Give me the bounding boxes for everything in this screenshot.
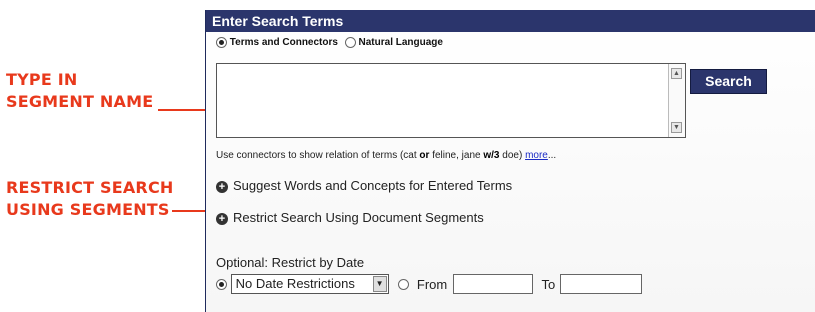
natural-language-radio[interactable]	[344, 37, 356, 48]
search-mode-options: Terms and Connectors Natural Language	[216, 37, 447, 48]
connectors-help-text: Use connectors to show relation of terms…	[216, 150, 556, 161]
from-date-input[interactable]	[452, 274, 533, 294]
callout-restrict-line1: RESTRICT SEARCH	[6, 178, 174, 197]
suggest-words-option[interactable]: + Suggest Words and Concepts for Entered …	[216, 178, 512, 193]
no-date-radio[interactable]	[216, 278, 227, 290]
natural-language-label: Natural Language	[358, 37, 443, 48]
to-date-input[interactable]	[559, 274, 642, 294]
restrict-segments-label: Restrict Search Using Document Segments	[233, 210, 484, 225]
connectors-or: or	[419, 150, 430, 161]
textarea-scrollbar[interactable]: ▲ ▼	[668, 64, 685, 137]
callout-type-in-segment-name: TYPE IN SEGMENT NAME	[6, 69, 153, 113]
more-ellipsis: ...	[547, 150, 557, 161]
connectors-w3: w/3	[483, 150, 500, 161]
date-range-radio[interactable]	[398, 278, 410, 290]
search-panel: Enter Search Terms Terms and Connectors …	[205, 10, 815, 312]
plus-circle-icon[interactable]: +	[216, 212, 228, 225]
date-restriction-select[interactable]: No Date Restrictions ▼	[230, 274, 389, 294]
panel-title: Enter Search Terms	[206, 10, 815, 32]
scroll-down-icon[interactable]: ▼	[671, 122, 682, 133]
terms-connectors-radio[interactable]	[216, 37, 227, 48]
callout-type-in-line2: SEGMENT NAME	[6, 92, 154, 111]
search-terms-textarea[interactable]: ▲ ▼	[216, 63, 686, 138]
more-link[interactable]: more	[525, 150, 548, 161]
to-label: To	[541, 276, 556, 292]
callout-type-in-line1: TYPE IN	[6, 70, 78, 89]
connectors-text-part: doe)	[499, 150, 526, 161]
connectors-text-part: feline, jane	[429, 150, 484, 161]
callout-restrict-line2: USING SEGMENTS	[6, 200, 170, 219]
search-button[interactable]: Search	[690, 69, 767, 94]
date-restriction-row: No Date Restrictions ▼ From To	[216, 274, 642, 298]
date-select-value: No Date Restrictions	[235, 276, 355, 291]
scroll-up-icon[interactable]: ▲	[671, 68, 682, 79]
connectors-text-part: Use connectors to show relation of terms…	[216, 150, 420, 161]
suggest-words-label: Suggest Words and Concepts for Entered T…	[233, 178, 513, 193]
callout-restrict-search: RESTRICT SEARCH USING SEGMENTS	[6, 177, 173, 221]
terms-connectors-label: Terms and Connectors	[229, 37, 338, 48]
restrict-segments-option[interactable]: + Restrict Search Using Document Segments	[216, 210, 484, 225]
plus-circle-icon[interactable]: +	[216, 180, 228, 193]
date-restriction-heading: Optional: Restrict by Date	[216, 255, 365, 270]
dropdown-arrow-icon[interactable]: ▼	[372, 276, 387, 292]
from-label: From	[416, 276, 448, 292]
